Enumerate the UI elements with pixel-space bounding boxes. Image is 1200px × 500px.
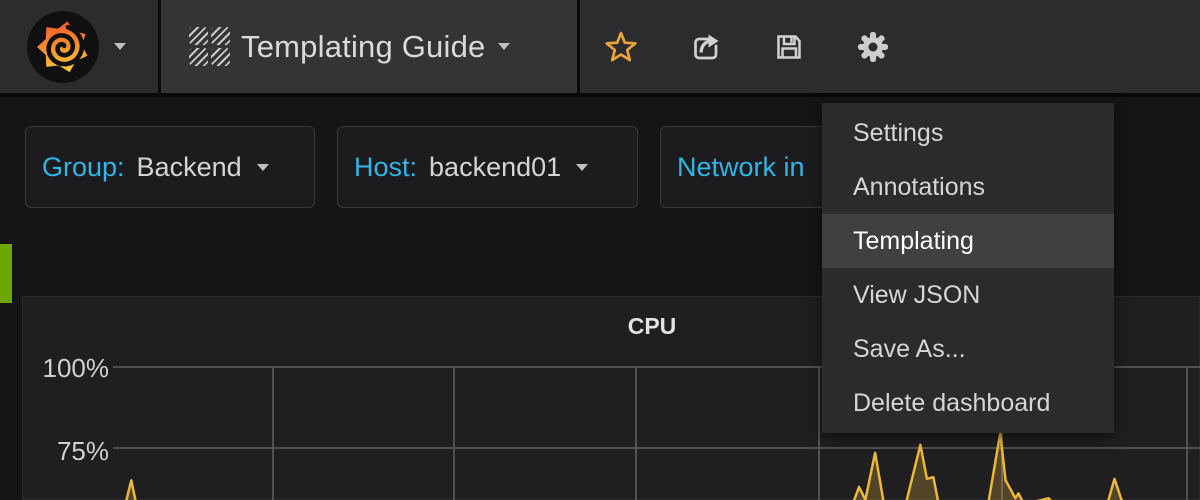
chevron-down-icon	[114, 43, 126, 50]
variable-selector-group[interactable]: Group: Backend	[25, 126, 315, 208]
gear-icon	[856, 30, 890, 64]
share-icon	[689, 31, 722, 62]
y-axis-tick-75: 75%	[23, 438, 109, 464]
chevron-down-icon	[257, 164, 269, 171]
save-icon	[773, 31, 805, 63]
save-button[interactable]	[772, 30, 806, 64]
menu-item-view-json[interactable]: View JSON	[822, 268, 1114, 322]
settings-button[interactable]	[856, 30, 890, 64]
menu-item-delete-dashboard[interactable]: Delete dashboard	[822, 376, 1114, 430]
y-axis-tick-100: 100%	[23, 355, 109, 381]
grafana-logo-button[interactable]	[0, 0, 158, 93]
menu-item-annotations[interactable]: Annotations	[822, 160, 1114, 214]
grafana-dashboard: Templating Guide	[0, 0, 1200, 500]
menu-item-settings[interactable]: Settings	[822, 106, 1114, 160]
share-button[interactable]	[688, 30, 722, 64]
star-icon	[605, 31, 637, 63]
chevron-down-icon	[498, 43, 510, 50]
dashboard-grid-icon	[189, 27, 230, 66]
variable-label: Group:	[42, 152, 125, 183]
dashboard-title: Templating Guide	[241, 29, 485, 65]
menu-item-templating[interactable]: Templating	[822, 214, 1114, 268]
menu-item-save-as[interactable]: Save As...	[822, 322, 1114, 376]
grafana-logo-icon	[26, 10, 100, 84]
navbar-actions	[580, 0, 1200, 93]
row-drag-handle[interactable]	[0, 244, 12, 303]
chevron-down-icon	[576, 164, 588, 171]
variable-selector-host[interactable]: Host: backend01	[337, 126, 638, 208]
dashboard-title-dropdown[interactable]: Templating Guide	[161, 0, 577, 93]
variable-label: Network in	[677, 152, 805, 183]
settings-dropdown-menu: Settings Annotations Templating View JSO…	[822, 103, 1114, 433]
star-button[interactable]	[604, 30, 638, 64]
navbar: Templating Guide	[0, 0, 1200, 97]
variable-value: Backend	[137, 152, 242, 183]
variable-label: Host:	[354, 152, 417, 183]
variable-value: backend01	[429, 152, 561, 183]
